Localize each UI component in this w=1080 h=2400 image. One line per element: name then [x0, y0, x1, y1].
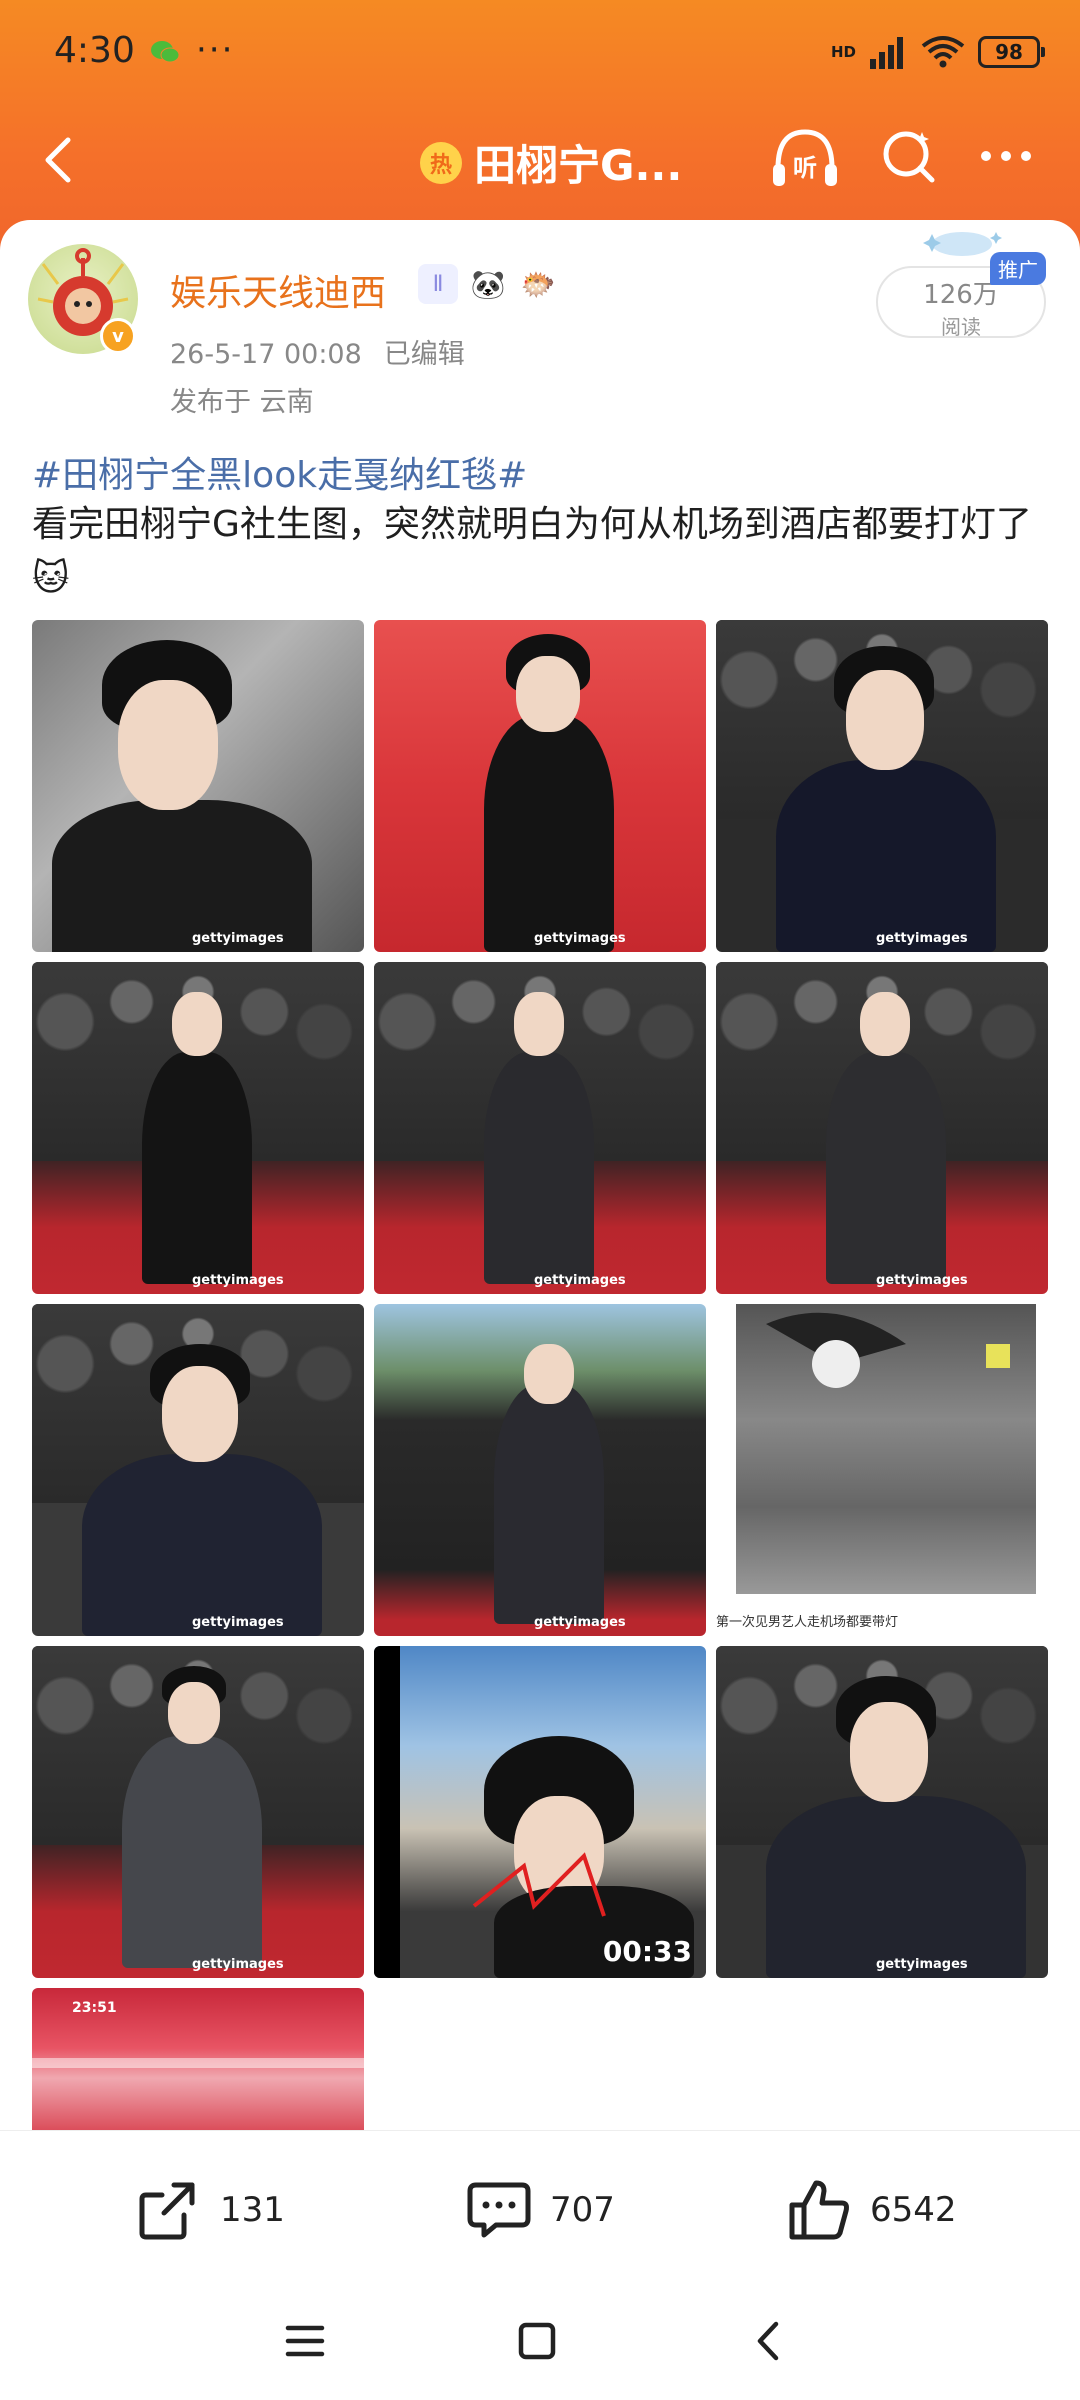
fish-badge-icon: 🐡 [520, 267, 556, 301]
photo-thumbnail[interactable]: 第一次见男艺人走机场都要带灯 [716, 1304, 1048, 1636]
image-watermark: gettyimages [192, 1273, 284, 1288]
photo-thumbnail[interactable]: gettyimages [716, 620, 1048, 952]
figure-shape [850, 1702, 928, 1802]
figure-shape [494, 1384, 604, 1624]
home-square-icon[interactable] [512, 2316, 562, 2366]
post-card: v 娱乐天线迪西 Ⅱ 🐼 🐡 26-5-17 00:08 已编辑 发布于 云南 1… [0, 220, 1080, 2140]
image-watermark: gettyimages [876, 1957, 968, 1972]
back-chevron-icon[interactable] [744, 2316, 794, 2366]
photo-thumbnail[interactable]: gettyimages [32, 620, 364, 952]
video-letterbox [374, 1646, 400, 1978]
photo-thumbnail[interactable]: gettyimages [374, 620, 706, 952]
verified-badge-icon: v [100, 318, 136, 354]
figure-shape [122, 1736, 262, 1968]
image-watermark: gettyimages [192, 931, 284, 946]
figure-shape [860, 992, 910, 1056]
photo-thumbnail[interactable]: gettyimages [374, 962, 706, 1294]
hot-topic-badge: 热 [420, 141, 462, 184]
screenshot-thumbnail[interactable]: 23:51 [32, 1988, 364, 2138]
figure-shape [484, 715, 614, 952]
more-options-icon[interactable] [976, 136, 1036, 176]
figure-shape [826, 1052, 946, 1284]
video-duration: 00:33 [602, 1935, 692, 1968]
page-title: 田栩宁G... [474, 141, 683, 190]
battery-indicator: 98 [978, 36, 1045, 68]
network-hd-label: HD [830, 43, 856, 61]
image-watermark: gettyimages [876, 931, 968, 946]
umbrella-light-icon [766, 1312, 1010, 1388]
menu-icon[interactable] [280, 2316, 330, 2366]
figure-shape [162, 1366, 238, 1462]
image-caption: 第一次见男艺人走机场都要带灯 [716, 1615, 899, 1630]
wechat-notification-icon [151, 41, 180, 63]
figure-shape [118, 680, 218, 810]
photo-thumbnail[interactable]: gettyimages [32, 1646, 364, 1978]
screenshot-band [32, 2058, 364, 2068]
photo-thumbnail[interactable]: gettyimages [716, 962, 1048, 1294]
author-name[interactable]: 娱乐天线迪西 [170, 264, 386, 316]
image-watermark: gettyimages [534, 931, 626, 946]
photo-thumbnail[interactable]: gettyimages [32, 1304, 364, 1636]
status-icons: HD 98 [830, 32, 1045, 72]
figure-shape [514, 992, 564, 1056]
screenshot-time: 23:51 [72, 2000, 117, 2016]
post-location: 发布于 云南 [170, 387, 314, 418]
author-badges: Ⅱ 🐼 🐡 [418, 264, 558, 304]
wifi-icon [921, 36, 965, 68]
image-watermark: gettyimages [534, 1615, 626, 1630]
post-body-text: 看完田栩宁G社生图，突然就明白为何从机场到酒店都要打灯了🐱 [32, 504, 1032, 599]
action-bar: 131 707 6542 [0, 2130, 1080, 2280]
image-watermark: gettyimages [192, 1957, 284, 1972]
video-thumbnail[interactable]: 00:33 [374, 1646, 706, 1978]
airport-photo [736, 1304, 1036, 1594]
share-button[interactable]: 131 [134, 2177, 285, 2243]
figure-shape [846, 670, 924, 770]
post-meta: 26-5-17 00:08 已编辑 [170, 332, 487, 371]
figure-shape [524, 1344, 574, 1404]
system-navigation-bar [0, 2280, 1080, 2400]
back-arrow-icon[interactable] [30, 130, 90, 190]
share-count: 131 [220, 2190, 285, 2230]
figure-shape [172, 992, 222, 1056]
nav-bar: 热 田栩宁G... 听 [0, 110, 1080, 210]
comment-count: 707 [550, 2190, 615, 2230]
comment-icon [467, 2182, 531, 2238]
photo-thumbnail[interactable]: gettyimages [374, 1304, 706, 1636]
figure-shape [516, 656, 580, 732]
status-bar: 4:30 ··· HD 98 [0, 0, 1080, 110]
comment-button[interactable]: 707 [464, 2177, 615, 2243]
figure-shape [82, 1454, 322, 1636]
photo-thumbnail[interactable]: gettyimages [716, 1646, 1048, 1978]
status-time: 4:30 [54, 30, 135, 71]
image-watermark: gettyimages [192, 1615, 284, 1630]
like-count: 6542 [870, 2190, 957, 2230]
post-date: 26-5-17 00:08 [170, 339, 362, 370]
thumbs-up-icon [789, 2180, 849, 2240]
headphones-listen-icon[interactable]: 听 [768, 124, 842, 194]
like-button[interactable]: 6542 [784, 2177, 957, 2243]
red-doodle-icon [472, 1852, 606, 1917]
photo-thumbnail[interactable]: gettyimages [32, 962, 364, 1294]
signal-icon [870, 37, 903, 69]
views-label: 阅读 [941, 315, 981, 339]
hashtag-link[interactable]: #田栩宁全黑look走戛纳红毯# [32, 446, 527, 498]
figure-shape [142, 1052, 252, 1284]
status-more-dots: ··· [196, 30, 235, 70]
image-watermark: gettyimages [876, 1273, 968, 1288]
edited-label: 已编辑 [383, 339, 465, 370]
share-icon [139, 2182, 195, 2240]
level-badge-icon: Ⅱ [418, 264, 458, 304]
panda-badge-icon: 🐼 [470, 267, 506, 301]
image-watermark: gettyimages [534, 1273, 626, 1288]
figure-shape [52, 800, 312, 952]
figure-shape [766, 1796, 1026, 1978]
search-icon[interactable] [878, 126, 940, 188]
nav-title-group[interactable]: 热 田栩宁G... [420, 132, 682, 193]
figure-shape [776, 760, 996, 952]
promo-tag[interactable]: 推广 [990, 252, 1046, 285]
figure-shape [168, 1682, 220, 1744]
figure-shape [484, 1052, 594, 1284]
svg-text:听: 听 [793, 154, 817, 182]
